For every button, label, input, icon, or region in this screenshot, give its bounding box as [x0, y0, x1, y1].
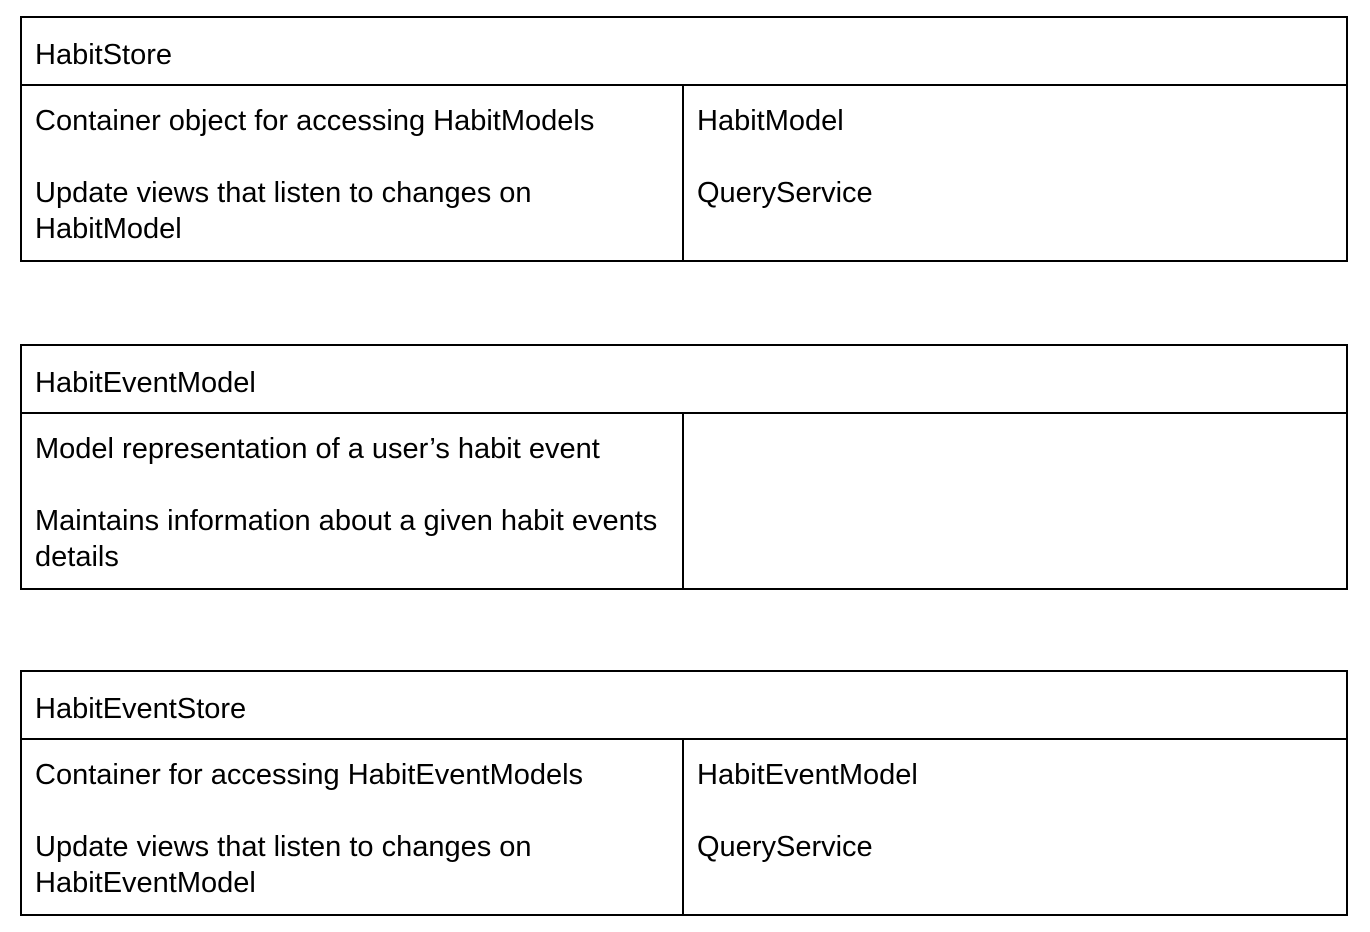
- crc-card-habit-event-model: HabitEventModel Model representation of …: [20, 344, 1348, 590]
- responsibility-item: Container object for accessing HabitMode…: [35, 105, 595, 137]
- collaborators-cell: [684, 414, 1346, 588]
- collaborator-item: QueryService: [697, 831, 873, 863]
- collaborators-cell: HabitModel QueryService: [684, 86, 1346, 260]
- responsibilities-cell: Model representation of a user’s habit e…: [22, 414, 684, 588]
- responsibility-item: Container for accessing HabitEventModels: [35, 759, 584, 791]
- card-body: Container for accessing HabitEventModels…: [22, 740, 1346, 914]
- collaborator-item: HabitEventModel: [697, 759, 918, 791]
- crc-card-habit-event-store: HabitEventStore Container for accessing …: [20, 670, 1348, 916]
- card-body: Container object for accessing HabitMode…: [22, 86, 1346, 260]
- collaborator-item: HabitModel: [697, 105, 844, 137]
- responsibility-item: Maintains information about a given habi…: [35, 505, 658, 573]
- class-name: HabitEventStore: [22, 672, 1346, 740]
- collaborators-cell: HabitEventModel QueryService: [684, 740, 1346, 914]
- class-name: HabitEventModel: [22, 346, 1346, 414]
- responsibility-item: Update views that listen to changes on H…: [35, 177, 532, 245]
- responsibilities-cell: Container for accessing HabitEventModels…: [22, 740, 684, 914]
- card-body: Model representation of a user’s habit e…: [22, 414, 1346, 588]
- responsibility-item: Update views that listen to changes on H…: [35, 831, 532, 899]
- class-name: HabitStore: [22, 18, 1346, 86]
- responsibility-item: Model representation of a user’s habit e…: [35, 433, 600, 465]
- collaborator-item: QueryService: [697, 177, 873, 209]
- responsibilities-cell: Container object for accessing HabitMode…: [22, 86, 684, 260]
- crc-card-habit-store: HabitStore Container object for accessin…: [20, 16, 1348, 262]
